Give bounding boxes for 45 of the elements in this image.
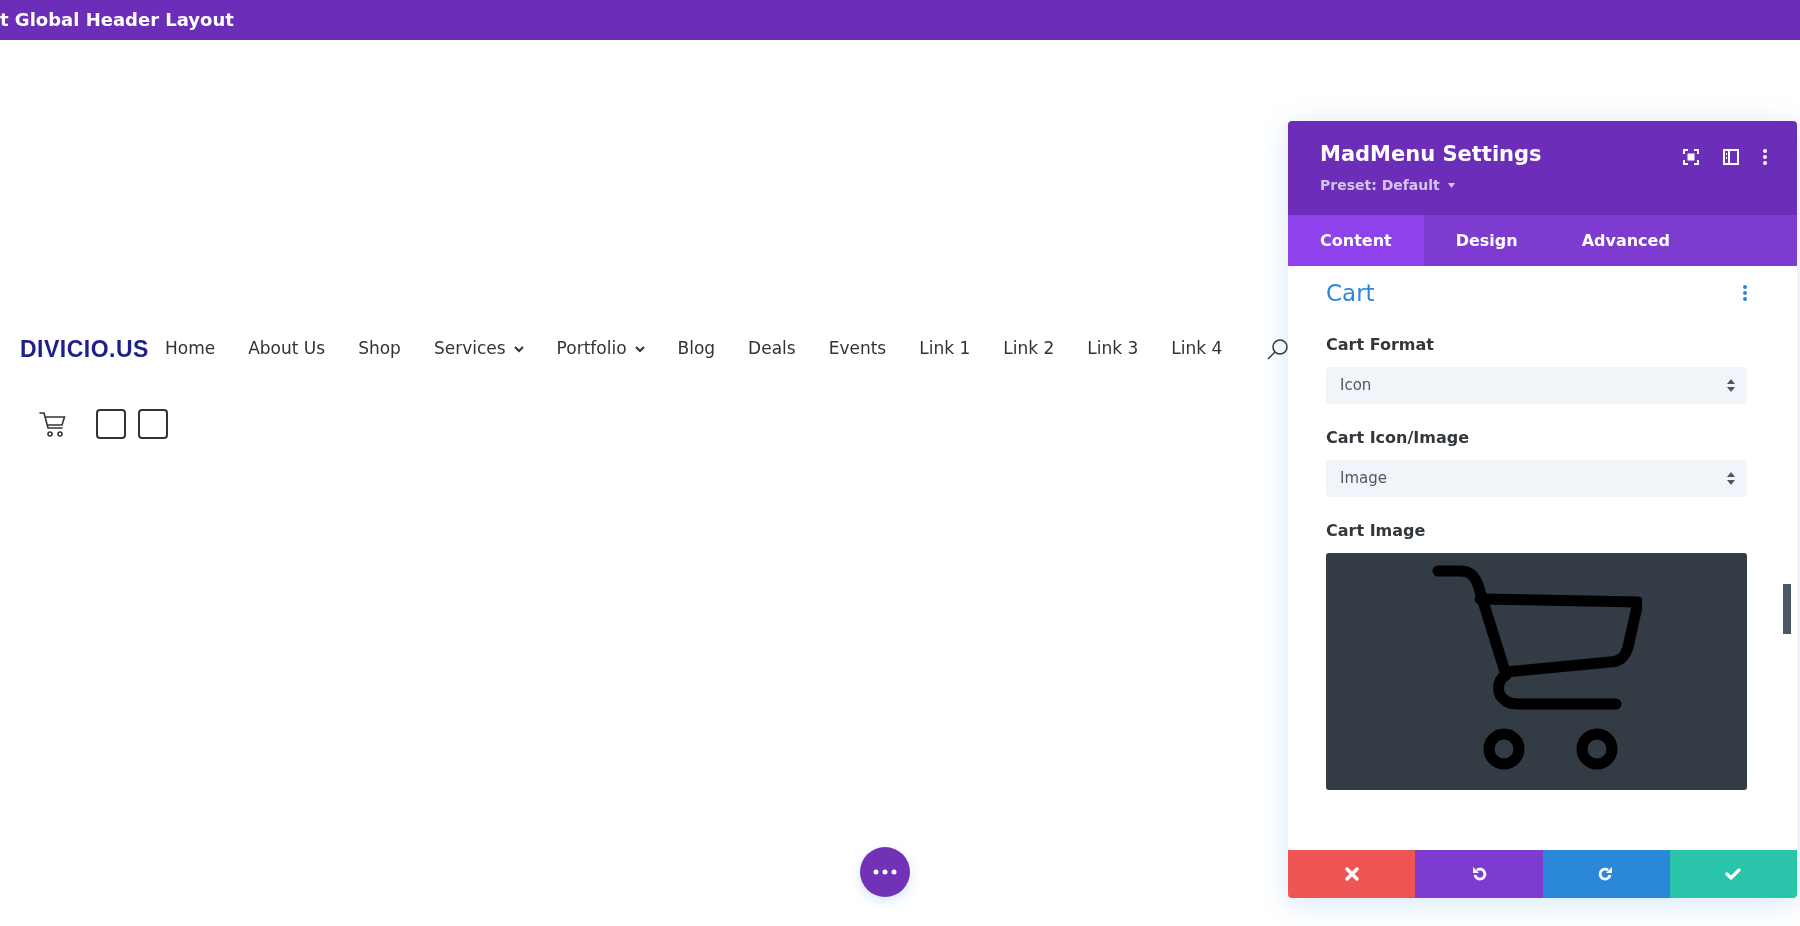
panel-tab[interactable]: Advanced: [1549, 215, 1702, 266]
menu-link[interactable]: Link 3: [1087, 336, 1139, 362]
cart-icon[interactable]: [38, 409, 68, 439]
empty-square[interactable]: [96, 409, 126, 439]
redo-icon: [1598, 866, 1615, 882]
focus-icon[interactable]: [1683, 149, 1699, 165]
layout-title: t Global Header Layout: [0, 9, 234, 30]
panel-tab[interactable]: Design: [1423, 215, 1550, 266]
preset-dropdown[interactable]: Preset: Default: [1320, 174, 1440, 196]
up-down-arrows-icon[interactable]: [1727, 471, 1735, 485]
menu-link[interactable]: Events: [828, 336, 887, 362]
panel-title: MadMenu Settings: [1320, 141, 1543, 168]
menu-link[interactable]: Home: [164, 336, 216, 362]
close-icon: [1343, 866, 1360, 882]
checkmark-icon: [1725, 866, 1742, 882]
undo-icon: [1470, 866, 1487, 882]
chevron-down-icon[interactable]: [634, 345, 645, 353]
section-title[interactable]: Cart: [1326, 276, 1375, 311]
field-label: Cart Icon/Image: [1326, 426, 1471, 449]
chevron-down-icon[interactable]: [513, 345, 524, 353]
field-label: Cart Format: [1326, 333, 1435, 356]
scrollbar-thumb[interactable]: [1783, 584, 1791, 634]
menu-link[interactable]: Services: [433, 336, 524, 362]
menu-link[interactable]: Blog: [677, 336, 716, 362]
search-icon[interactable]: [1266, 337, 1291, 361]
split-view-icon[interactable]: [1723, 149, 1739, 165]
more-options-button[interactable]: [860, 847, 910, 897]
panel-tab[interactable]: Content: [1288, 215, 1424, 266]
up-down-arrows-icon[interactable]: [1727, 378, 1735, 392]
ellipsis-icon: [873, 869, 897, 875]
menu-link[interactable]: Portfolio: [556, 336, 645, 362]
kebab-menu-icon[interactable]: [1743, 285, 1747, 302]
menu-link[interactable]: Link 4: [1171, 336, 1223, 362]
site-logo[interactable]: DIVICIO.US: [20, 331, 149, 367]
menu-link[interactable]: Link 1: [919, 336, 971, 362]
caret-icon[interactable]: [1447, 182, 1455, 188]
kebab-menu-icon[interactable]: [1763, 149, 1767, 165]
field-label: Cart Image: [1326, 519, 1427, 542]
menu-link[interactable]: Deals: [748, 336, 796, 362]
menu-link[interactable]: Shop: [358, 336, 401, 362]
menu-link[interactable]: Link 2: [1003, 336, 1055, 362]
menu-link[interactable]: About Us: [248, 336, 326, 362]
select-field[interactable]: Image: [1326, 459, 1747, 497]
empty-square[interactable]: [138, 409, 168, 439]
select-field[interactable]: Icon: [1326, 366, 1747, 404]
